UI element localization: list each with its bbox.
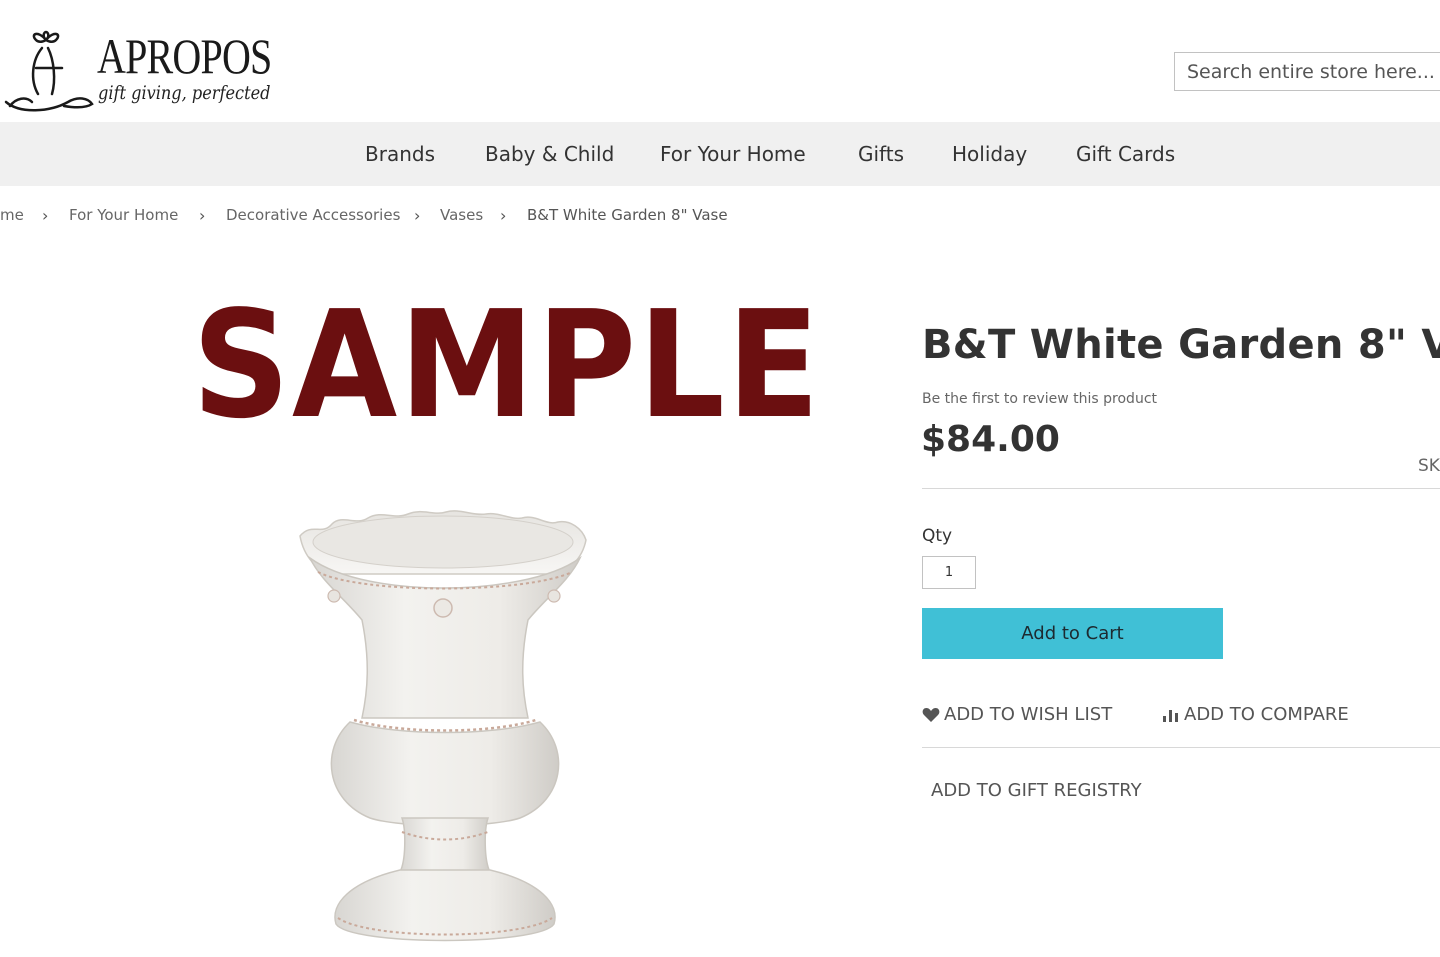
product-page: APROPOS gift giving, perfected Brands Ba… [0,0,1440,957]
breadcrumb-current: B&T White Garden 8" Vase [527,206,728,224]
search-input[interactable] [1174,52,1440,91]
logo-bow-icon [4,30,94,112]
site-logo[interactable]: APROPOS gift giving, perfected [2,28,272,114]
product-price: $84.00 [921,419,1060,460]
add-to-wish-list-link[interactable]: ADD TO WISH LIST [922,704,1112,725]
nav-item-gifts[interactable]: Gifts [858,142,904,166]
main-nav: Brands Baby & Child For Your Home Gifts … [0,122,1440,186]
chevron-right-icon: › [500,206,507,225]
compare-bars-icon [1163,710,1178,722]
breadcrumb-decorative-accessories[interactable]: Decorative Accessories [226,206,400,224]
nav-item-gift-cards[interactable]: Gift Cards [1076,142,1175,166]
breadcrumb-for-your-home[interactable]: For Your Home [69,206,178,224]
chevron-right-icon: › [199,206,206,225]
sample-watermark: SAMPLE [192,279,822,451]
add-to-compare-link[interactable]: ADD TO COMPARE [1162,704,1349,725]
compare-label: ADD TO COMPARE [1184,704,1349,725]
nav-item-brands[interactable]: Brands [365,142,435,166]
qty-label: Qty [922,526,953,546]
heart-icon [922,708,940,722]
product-image[interactable] [290,500,600,955]
breadcrumb-home[interactable]: me [0,206,24,224]
logo-wordmark: APROPOS [97,28,272,84]
sku-label: SK [1418,456,1440,476]
product-title: B&T White Garden 8" Vase [922,322,1440,368]
add-to-gift-registry-link[interactable]: ADD TO GIFT REGISTRY [931,780,1142,801]
breadcrumb-vases[interactable]: Vases [440,206,483,224]
divider [922,488,1440,489]
divider [922,747,1440,748]
wish-list-label: ADD TO WISH LIST [944,704,1113,725]
nav-item-baby-child[interactable]: Baby & Child [485,142,614,166]
breadcrumb: me › For Your Home › Decorative Accessor… [0,206,900,228]
review-link[interactable]: Be the first to review this product [922,391,1157,407]
chevron-right-icon: › [414,206,421,225]
nav-item-holiday[interactable]: Holiday [952,142,1027,166]
logo-tagline: gift giving, perfected [98,82,271,104]
site-header: APROPOS gift giving, perfected [0,0,1440,122]
qty-input[interactable] [922,556,976,589]
add-to-cart-button[interactable]: Add to Cart [922,608,1223,659]
chevron-right-icon: › [42,206,49,225]
nav-item-for-your-home[interactable]: For Your Home [660,142,806,166]
